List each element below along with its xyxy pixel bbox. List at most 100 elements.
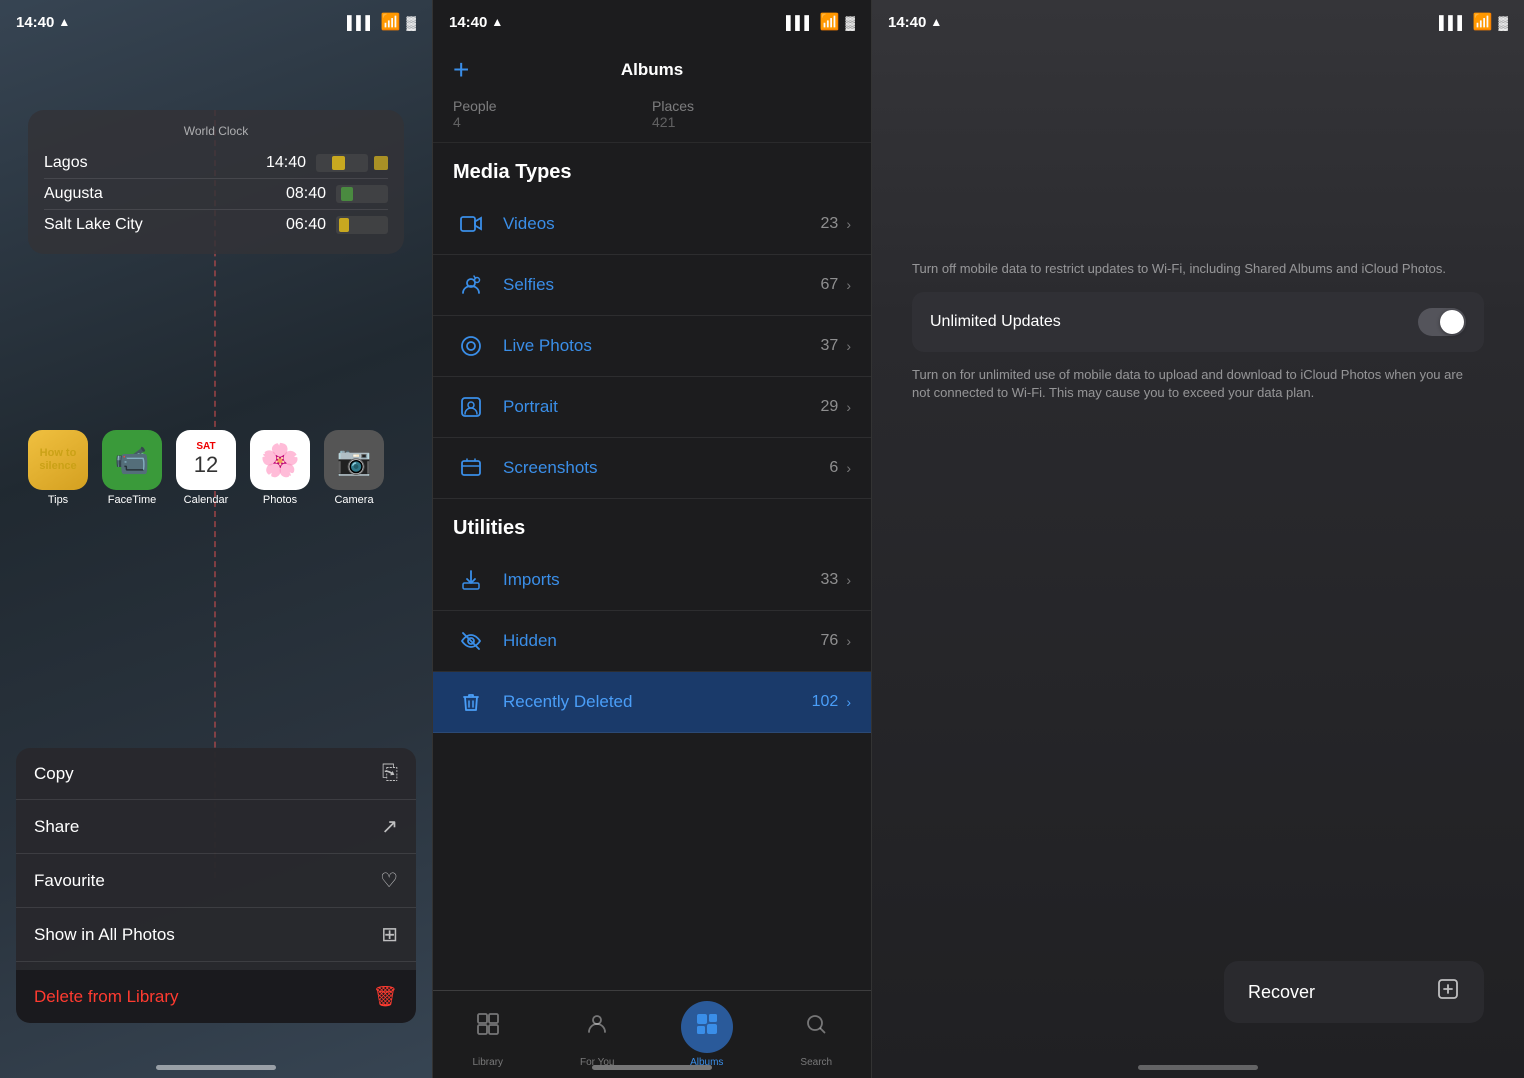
show-label: Show in All Photos xyxy=(34,925,381,945)
people-row: People 4 Places 421 xyxy=(433,90,871,143)
home-indicator-center xyxy=(592,1065,712,1070)
library-icon xyxy=(476,1012,500,1043)
recently-deleted-name: Recently Deleted xyxy=(503,692,812,712)
menu-item-delete[interactable]: Delete from Library 🗑 xyxy=(16,970,416,1023)
album-item-videos[interactable]: Videos 23 › xyxy=(433,194,871,255)
recover-label: Recover xyxy=(1248,982,1422,1003)
imports-count: 33 xyxy=(821,571,839,589)
panel-left: 14:40 ▲ ▌▌▌ 📶 ▓ World Clock Lagos 14:40 … xyxy=(0,0,432,1078)
signal-icon-c: ▌▌▌ xyxy=(786,15,814,30)
album-item-hidden[interactable]: Hidden 76 › xyxy=(433,611,871,672)
selfies-chevron: › xyxy=(846,277,851,293)
camera-icon: 📷 xyxy=(324,430,384,490)
videos-icon xyxy=(453,206,489,242)
people-label: People xyxy=(453,98,652,114)
world-clock-widget: World Clock Lagos 14:40 Augusta 08:40 Sa… xyxy=(28,110,404,254)
camera-label: Camera xyxy=(334,494,373,506)
live-chevron: › xyxy=(846,338,851,354)
hidden-chevron: › xyxy=(846,633,851,649)
city-augusta: Augusta xyxy=(44,185,286,203)
tips-label: Tips xyxy=(48,494,68,506)
tab-albums-wrap xyxy=(681,1001,733,1053)
menu-item-copy[interactable]: Copy ⎘ xyxy=(16,748,416,800)
favourite-label: Favourite xyxy=(34,871,380,891)
recover-icon xyxy=(1436,977,1460,1007)
unlimited-updates-row[interactable]: Unlimited Updates xyxy=(912,292,1484,352)
search-icon xyxy=(804,1012,828,1043)
widget-title: World Clock xyxy=(44,124,388,138)
app-camera[interactable]: 📷 Camera xyxy=(324,430,384,506)
album-item-portrait[interactable]: Portrait 29 › xyxy=(433,377,871,438)
tab-library-wrap xyxy=(462,1001,514,1053)
album-item-selfies[interactable]: Selfies 67 › xyxy=(433,255,871,316)
hidden-icon xyxy=(453,623,489,659)
unlimited-updates-label: Unlimited Updates xyxy=(930,313,1418,331)
status-icons-center: ▌▌▌ 📶 ▓ xyxy=(786,12,855,32)
menu-item-show[interactable]: Show in All Photos ⊞ xyxy=(16,908,416,962)
people-col: People 4 xyxy=(453,98,652,130)
copy-icon: ⎘ xyxy=(382,762,398,785)
albums-header: + Albums xyxy=(433,44,871,90)
live-icon xyxy=(453,328,489,364)
people-count: 4 xyxy=(453,114,652,130)
clock-row-lagos: Lagos 14:40 xyxy=(44,148,388,179)
location-icon-center: ▲ xyxy=(491,15,503,29)
app-facetime[interactable]: 📹 FaceTime xyxy=(102,430,162,506)
menu-item-share[interactable]: Share ↗ xyxy=(16,800,416,854)
facetime-icon: 📹 xyxy=(102,430,162,490)
home-indicator-right xyxy=(1138,1065,1258,1070)
battery-icon-c: ▓ xyxy=(846,15,855,30)
photos-icon: 🌸 xyxy=(250,430,310,490)
portrait-chevron: › xyxy=(846,399,851,415)
tab-search[interactable]: Search xyxy=(762,1001,872,1068)
signal-icon-r: ▌▌▌ xyxy=(1439,15,1467,30)
app-photos[interactable]: 🌸 Photos xyxy=(250,430,310,506)
album-item-imports[interactable]: Imports 33 › xyxy=(433,550,871,611)
album-item-screenshots[interactable]: Screenshots 6 › xyxy=(433,438,871,499)
panel-right: 14:40 ▲ ▌▌▌ 📶 ▓ Turn off mobile data to … xyxy=(872,0,1524,1078)
media-types-heading: Media Types xyxy=(433,143,871,194)
copy-label: Copy xyxy=(34,764,382,784)
status-icons-right: ▌▌▌ 📶 ▓ xyxy=(1439,12,1508,32)
photos-label: Photos xyxy=(263,494,297,506)
album-item-live[interactable]: Live Photos 37 › xyxy=(433,316,871,377)
album-item-recently-deleted[interactable]: Recently Deleted 102 › xyxy=(433,672,871,733)
tab-albums[interactable]: Albums xyxy=(652,1001,762,1068)
live-count: 37 xyxy=(821,337,839,355)
places-count: 421 xyxy=(652,114,851,130)
app-calendar[interactable]: SAT 12 Calendar xyxy=(176,430,236,506)
tab-for-you[interactable]: For You xyxy=(543,1001,653,1068)
menu-item-favourite[interactable]: Favourite ♡ xyxy=(16,854,416,908)
battery-icon-r: ▓ xyxy=(1499,15,1508,30)
portrait-count: 29 xyxy=(821,398,839,416)
app-tips[interactable]: How tosilence Tips xyxy=(28,430,88,506)
share-icon: ↗ xyxy=(381,814,398,839)
time-lagos: 14:40 xyxy=(266,154,306,172)
portrait-name: Portrait xyxy=(503,397,821,417)
recover-button[interactable]: Recover xyxy=(1224,961,1484,1023)
videos-name: Videos xyxy=(503,214,821,234)
clock-row-slc: Salt Lake City 06:40 xyxy=(44,210,388,240)
status-bar-right: 14:40 ▲ ▌▌▌ 📶 ▓ xyxy=(872,0,1524,44)
hidden-name: Hidden xyxy=(503,631,821,651)
context-menu: Copy ⎘ Share ↗ Favourite ♡ Show in All P… xyxy=(16,748,416,1023)
unlimited-toggle[interactable] xyxy=(1418,308,1466,336)
bar-fill-lagos xyxy=(332,156,345,170)
status-bar-center: 14:40 ▲ ▌▌▌ 📶 ▓ xyxy=(433,0,871,44)
settings-desc-1: Turn off mobile data to restrict updates… xyxy=(912,260,1484,278)
city-lagos: Lagos xyxy=(44,154,266,172)
portrait-icon xyxy=(453,389,489,425)
status-bar-left: 14:40 ▲ ▌▌▌ 📶 ▓ xyxy=(0,0,432,44)
settings-content: Turn off mobile data to restrict updates… xyxy=(912,260,1484,403)
bg-right xyxy=(872,0,1524,1078)
for-you-icon xyxy=(585,1012,609,1043)
status-icons-left: ▌▌▌ 📶 ▓ xyxy=(347,12,416,32)
facetime-label: FaceTime xyxy=(108,494,157,506)
videos-chevron: › xyxy=(846,216,851,232)
clock-bar-augusta xyxy=(336,185,388,203)
tab-search-label: Search xyxy=(800,1057,832,1068)
clock-row-augusta: Augusta 08:40 xyxy=(44,179,388,210)
signal-icon: ▌▌▌ xyxy=(347,15,375,30)
add-album-button[interactable]: + xyxy=(453,56,469,84)
tab-library[interactable]: Library xyxy=(433,1001,543,1068)
